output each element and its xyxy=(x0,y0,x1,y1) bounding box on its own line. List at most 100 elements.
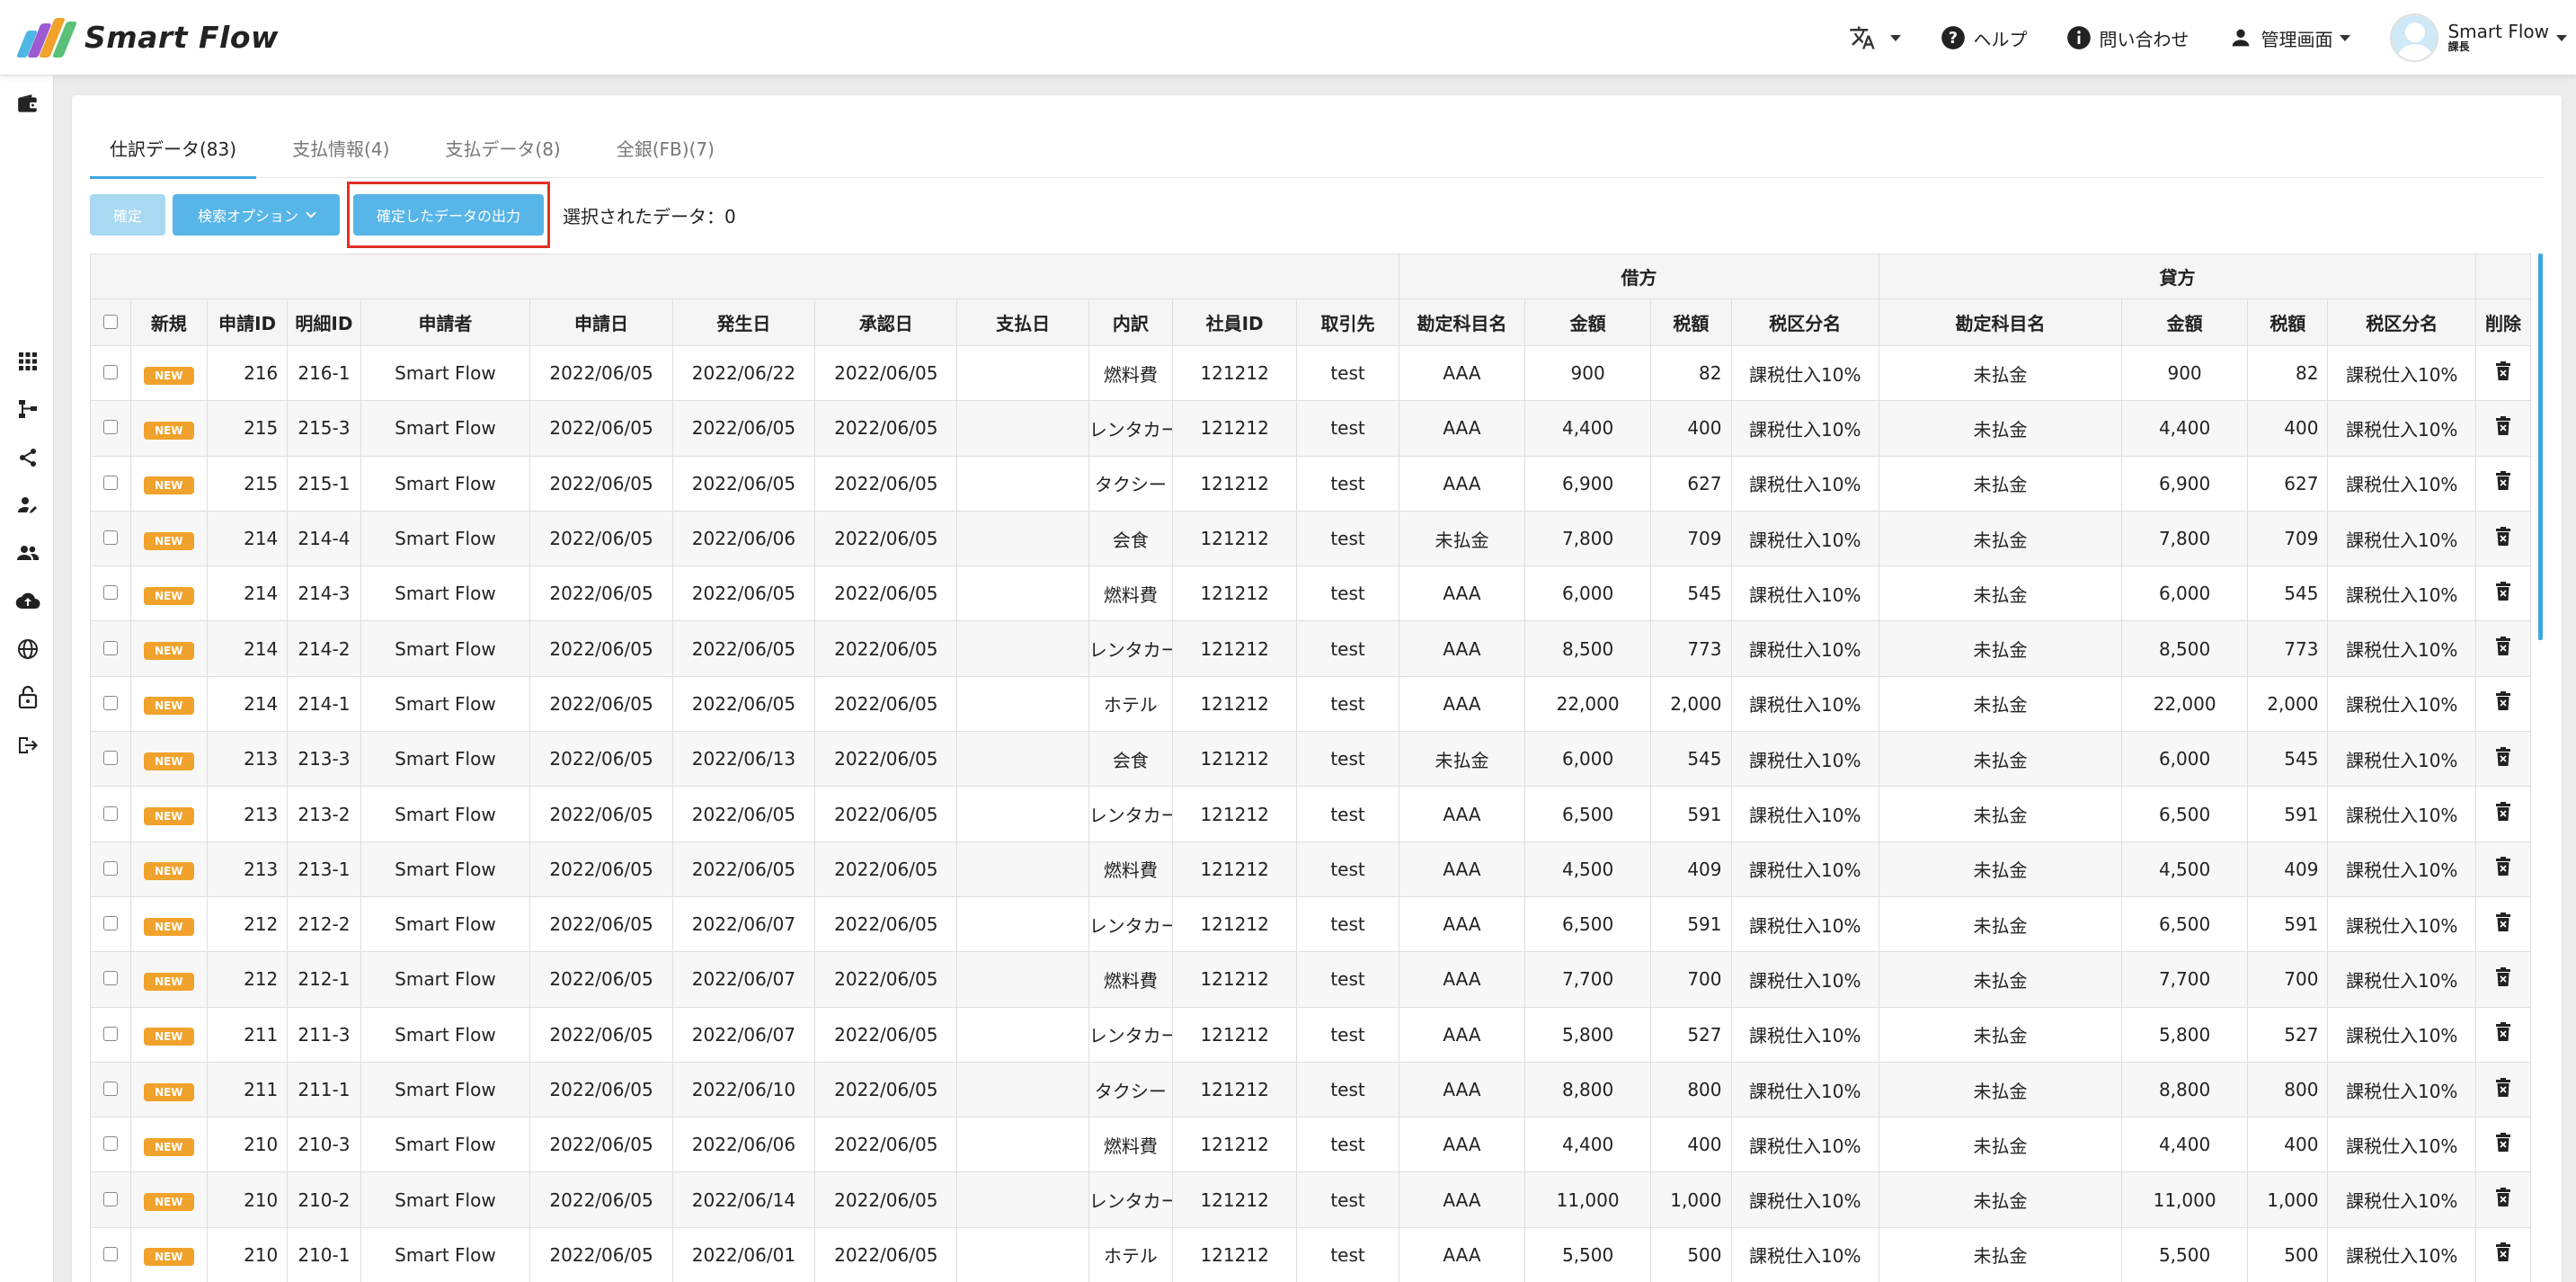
table-row[interactable]: NEW 216 216-1 Smart Flow 2022/06/05 2022/06/2… xyxy=(90,344,2531,402)
delete-button[interactable] xyxy=(2474,675,2531,733)
table-row[interactable]: NEW 210 210-1 Smart Flow 2022/06/05 2022/06/0… xyxy=(90,1226,2531,1282)
row-checkbox[interactable] xyxy=(90,895,131,953)
delete-button[interactable] xyxy=(2474,841,2531,897)
cell-paid xyxy=(956,1171,1089,1228)
table-row[interactable]: NEW 214 214-1 Smart Flow 2022/06/05 2022/06/0… xyxy=(90,675,2531,733)
cell-detail-id: 214-1 xyxy=(287,675,361,733)
delete-button[interactable] xyxy=(2474,1226,2531,1282)
delete-button[interactable] xyxy=(2474,786,2531,842)
share-icon[interactable] xyxy=(15,445,40,470)
confirm-button[interactable]: 確定 xyxy=(90,194,165,236)
logout-icon[interactable] xyxy=(15,733,40,758)
table-row[interactable]: NEW 214 214-2 Smart Flow 2022/06/05 2022/06/0… xyxy=(90,620,2531,677)
cell-d-taxcat: 課税仕入10% xyxy=(1730,620,1879,677)
table-row[interactable]: NEW 212 212-1 Smart Flow 2022/06/05 2022/06/0… xyxy=(90,951,2531,1008)
wallet-icon[interactable] xyxy=(15,92,40,117)
table-row[interactable]: NEW 214 214-4 Smart Flow 2022/06/05 2022/06/0… xyxy=(90,510,2531,567)
row-checkbox[interactable] xyxy=(90,1061,131,1118)
row-checkbox[interactable] xyxy=(90,510,131,567)
table-row[interactable]: NEW 213 213-1 Smart Flow 2022/06/05 2022/06/0… xyxy=(90,841,2531,897)
tab-payment-info[interactable]: 支払情報(4) xyxy=(272,122,409,178)
table-row[interactable]: NEW 212 212-2 Smart Flow 2022/06/05 2022/06/0… xyxy=(90,895,2531,953)
cell-item: レンタカー xyxy=(1088,786,1174,842)
row-checkbox[interactable] xyxy=(90,1171,131,1228)
table-row[interactable]: NEW 213 213-3 Smart Flow 2022/06/05 2022/06/1… xyxy=(90,731,2531,788)
cell-applied: 2022/06/05 xyxy=(529,675,673,733)
help-link[interactable]: ? ヘルプ xyxy=(1941,25,2027,51)
cell-new: NEW xyxy=(129,675,208,733)
cell-detail-id: 210-2 xyxy=(287,1171,361,1228)
row-checkbox[interactable] xyxy=(90,731,131,788)
delete-button[interactable] xyxy=(2474,510,2531,567)
row-checkbox[interactable] xyxy=(90,1117,131,1173)
delete-button[interactable] xyxy=(2474,1117,2531,1173)
cell-d-taxcat: 課税仕入10% xyxy=(1730,951,1879,1008)
globe-icon[interactable] xyxy=(15,637,40,662)
delete-button[interactable] xyxy=(2474,455,2531,512)
row-checkbox[interactable] xyxy=(90,620,131,677)
row-checkbox[interactable] xyxy=(90,1226,131,1282)
search-options-button[interactable]: 検索オプション xyxy=(173,194,340,236)
delete-button[interactable] xyxy=(2474,1061,2531,1118)
table-row[interactable]: NEW 214 214-3 Smart Flow 2022/06/05 2022/06/0… xyxy=(90,565,2531,622)
tab-journal-data[interactable]: 仕訳データ(83) xyxy=(90,122,257,179)
delete-button[interactable] xyxy=(2474,565,2531,622)
row-checkbox[interactable] xyxy=(90,455,131,512)
admin-menu[interactable]: 管理画面 xyxy=(2228,25,2351,51)
cell-c-account: 未払金 xyxy=(1878,565,2123,622)
row-checkbox[interactable] xyxy=(90,1006,131,1063)
contact-link[interactable]: 問い合わせ xyxy=(2066,25,2189,51)
app-logo[interactable]: Smart Flow xyxy=(15,16,279,58)
delete-button[interactable] xyxy=(2474,620,2531,677)
cell-c-taxcat: 課税仕入10% xyxy=(2327,731,2476,788)
select-all-checkbox[interactable] xyxy=(90,298,131,346)
cell-d-amount: 8,500 xyxy=(1524,620,1652,677)
apps-grid-icon[interactable] xyxy=(15,349,40,374)
chevron-down-icon xyxy=(2556,34,2567,41)
row-checkbox[interactable] xyxy=(90,565,131,622)
cell-emp-id: 121212 xyxy=(1172,1226,1298,1282)
row-checkbox[interactable] xyxy=(90,400,131,457)
table-row[interactable]: NEW 210 210-3 Smart Flow 2022/06/05 2022/06/0… xyxy=(90,1117,2531,1173)
flow-icon[interactable] xyxy=(15,396,40,422)
tab-payment-data[interactable]: 支払データ(8) xyxy=(425,122,580,178)
table-row[interactable]: NEW 215 215-3 Smart Flow 2022/06/05 2022/06/0… xyxy=(90,400,2531,457)
cell-applied: 2022/06/05 xyxy=(529,1061,673,1118)
tab-zengin-fb[interactable]: 全銀(FB)(7) xyxy=(597,122,734,178)
delete-button[interactable] xyxy=(2474,731,2531,788)
table-row[interactable]: NEW 215 215-1 Smart Flow 2022/06/05 2022/06/0… xyxy=(90,455,2531,512)
row-checkbox[interactable] xyxy=(90,786,131,842)
delete-button[interactable] xyxy=(2474,1171,2531,1228)
group-icon[interactable] xyxy=(15,540,40,565)
language-menu[interactable] xyxy=(1849,24,1902,51)
export-confirmed-button[interactable]: 確定したデータの出力 xyxy=(353,194,544,236)
table-row[interactable]: NEW 213 213-2 Smart Flow 2022/06/05 2022/06/0… xyxy=(90,786,2531,842)
cloud-upload-icon[interactable] xyxy=(15,589,40,614)
cell-partner: test xyxy=(1296,400,1399,457)
table-row[interactable]: NEW 211 211-3 Smart Flow 2022/06/05 2022/06/0… xyxy=(90,1006,2531,1063)
row-checkbox[interactable] xyxy=(90,951,131,1008)
table-scrollbar[interactable] xyxy=(2538,254,2543,640)
journal-table-container[interactable]: 借方 貸方 新規 申請ID 明細ID 申請者 申請日 発生日 承認日 支払日 内… xyxy=(90,254,2531,1282)
table-row[interactable]: NEW 210 210-2 Smart Flow 2022/06/05 2022/06/1… xyxy=(90,1171,2531,1228)
cell-approved: 2022/06/05 xyxy=(814,895,958,953)
user-edit-icon[interactable] xyxy=(15,493,40,518)
delete-button[interactable] xyxy=(2474,1006,2531,1063)
cell-occurred: 2022/06/07 xyxy=(671,951,816,1008)
user-menu[interactable]: Smart Flow 課長 xyxy=(2390,13,2567,62)
cell-detail-id: 211-1 xyxy=(287,1061,361,1118)
row-checkbox[interactable] xyxy=(90,675,131,733)
cell-item: 燃料費 xyxy=(1088,1117,1174,1173)
delete-button[interactable] xyxy=(2474,895,2531,953)
row-checkbox[interactable] xyxy=(90,344,131,402)
row-checkbox[interactable] xyxy=(90,841,131,897)
tab-bar: 仕訳データ(83) 支払情報(4) 支払データ(8) 全銀(FB)(7) xyxy=(90,122,2544,179)
delete-button[interactable] xyxy=(2474,344,2531,402)
delete-button[interactable] xyxy=(2474,951,2531,1008)
cell-c-account: 未払金 xyxy=(1878,1117,2123,1173)
delete-button[interactable] xyxy=(2474,400,2531,457)
cell-emp-id: 121212 xyxy=(1172,565,1298,622)
new-badge: NEW xyxy=(144,752,194,770)
table-row[interactable]: NEW 211 211-1 Smart Flow 2022/06/05 2022/06/1… xyxy=(90,1061,2531,1118)
lock-open-icon[interactable] xyxy=(15,684,40,709)
